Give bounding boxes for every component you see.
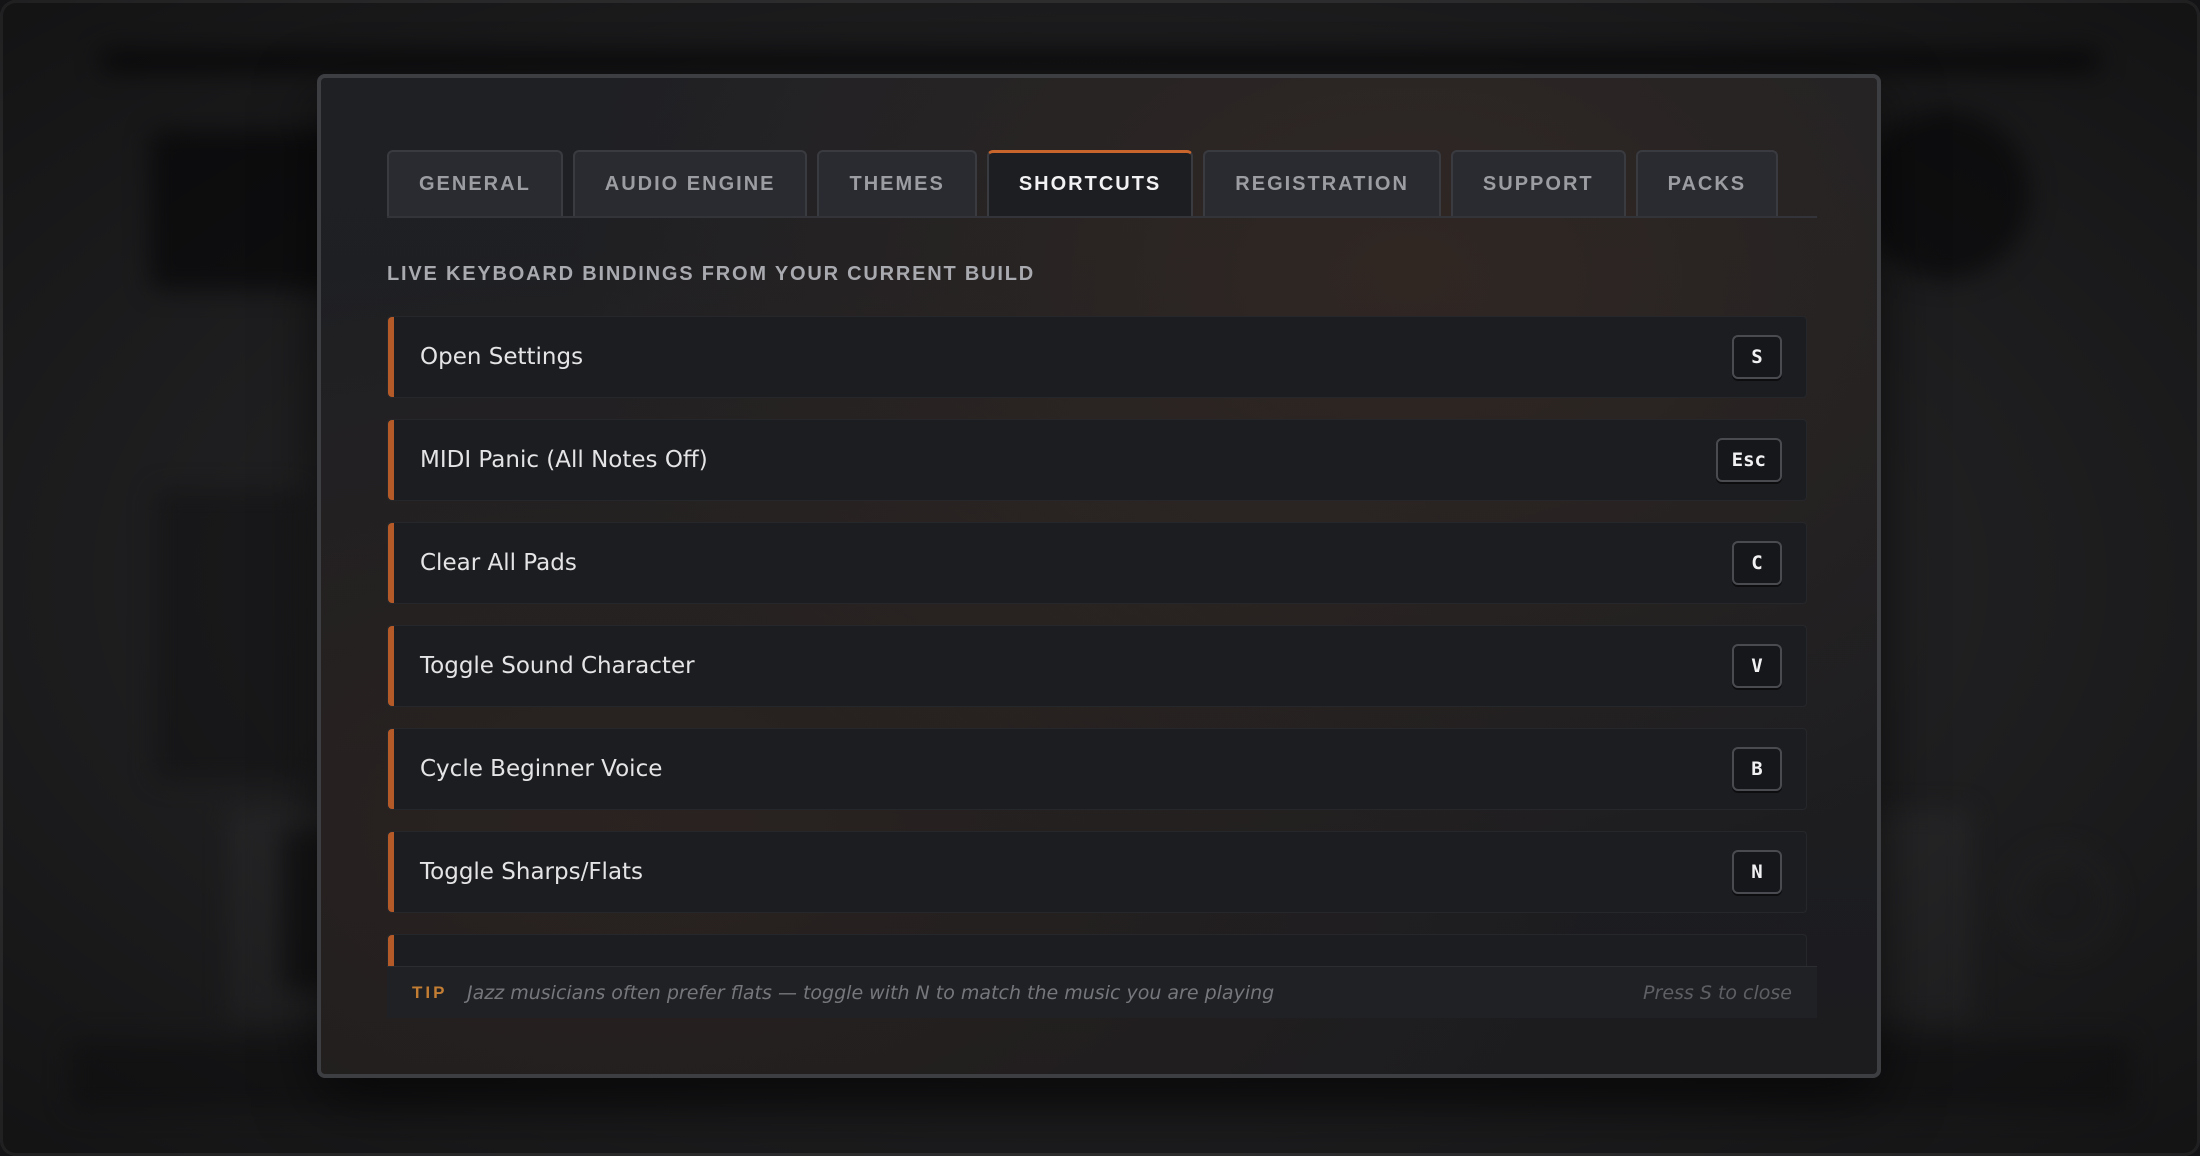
shortcut-row-clear-all-pads: Clear All Pads C <box>387 522 1807 604</box>
shortcut-list[interactable]: Open Settings S MIDI Panic (All Notes Of… <box>387 316 1807 1026</box>
tab-themes[interactable]: THEMES <box>817 150 977 216</box>
shortcut-label: Open Settings <box>420 344 584 370</box>
tab-packs[interactable]: PACKS <box>1635 150 1779 216</box>
tip-bar: TIP Jazz musicians often prefer flats — … <box>387 966 1817 1018</box>
settings-modal: GENERAL AUDIO ENGINE THEMES SHORTCUTS RE… <box>317 74 1881 1078</box>
shortcut-keycap: C <box>1732 541 1782 585</box>
shortcut-label: Clear All Pads <box>420 550 577 576</box>
shortcut-keycap: Esc <box>1715 438 1782 482</box>
shortcut-keycap: B <box>1732 747 1782 791</box>
shortcut-keycap: N <box>1732 850 1782 894</box>
tip-tag: TIP <box>412 983 448 1002</box>
shortcut-keycap: S <box>1732 335 1782 379</box>
shortcut-label: Toggle Sharps/Flats <box>420 859 644 885</box>
tab-general[interactable]: GENERAL <box>387 150 563 216</box>
settings-tabs: GENERAL AUDIO ENGINE THEMES SHORTCUTS RE… <box>387 146 1817 218</box>
section-title: LIVE KEYBOARD BINDINGS FROM YOUR CURRENT… <box>387 263 1036 285</box>
tab-support[interactable]: SUPPORT <box>1450 150 1626 216</box>
close-hint: Press S to close <box>1643 982 1792 1004</box>
shortcut-row-toggle-sound-character: Toggle Sound Character V <box>387 625 1807 707</box>
shortcut-row-toggle-sharps-flats: Toggle Sharps/Flats N <box>387 831 1807 913</box>
tab-audio-engine[interactable]: AUDIO ENGINE <box>572 150 808 216</box>
tab-registration[interactable]: REGISTRATION <box>1203 150 1441 216</box>
shortcut-label: Cycle Beginner Voice <box>420 756 663 782</box>
tip-text: Jazz musicians often prefer flats — togg… <box>467 982 1275 1004</box>
shortcut-row-cycle-beginner-voice: Cycle Beginner Voice B <box>387 728 1807 810</box>
shortcut-row-midi-panic: MIDI Panic (All Notes Off) Esc <box>387 419 1807 501</box>
tab-shortcuts[interactable]: SHORTCUTS <box>986 150 1194 216</box>
shortcut-row-open-settings: Open Settings S <box>387 316 1807 398</box>
shortcut-label: Toggle Sound Character <box>420 653 695 679</box>
shortcut-label: MIDI Panic (All Notes Off) <box>420 447 708 473</box>
shortcut-keycap: V <box>1732 644 1782 688</box>
